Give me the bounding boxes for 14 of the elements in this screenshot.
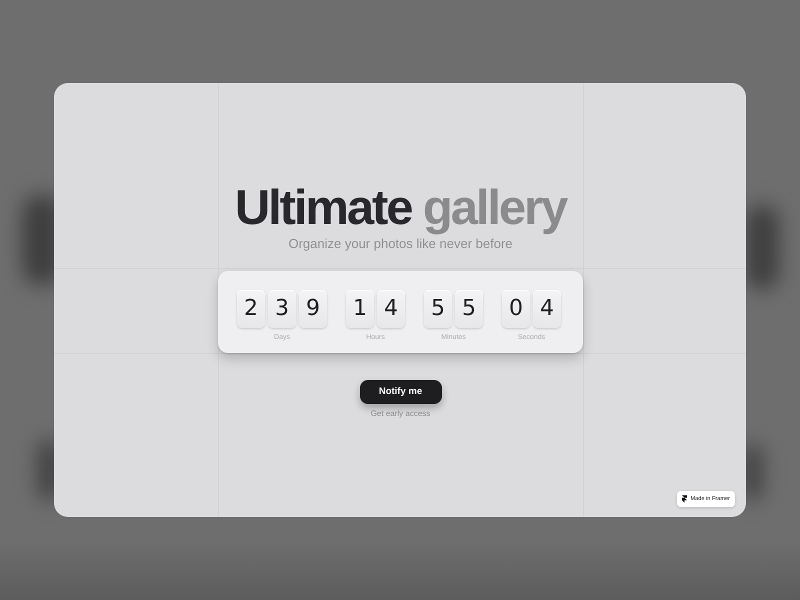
page-title: Ultimate gallery	[234, 181, 566, 235]
subtitle: Organize your photos like never before	[288, 236, 512, 251]
digit-tile: 3	[268, 290, 296, 328]
digit-tile: 1	[346, 290, 374, 328]
digit-tile: 4	[533, 290, 561, 328]
digit-tile: 4	[377, 290, 405, 328]
digit-tile: 0	[502, 290, 530, 328]
digit-tile: 5	[424, 290, 452, 328]
button-caption: Get early access	[370, 409, 430, 418]
digit-tile: 2	[237, 290, 265, 328]
digit-tile: 5	[455, 290, 483, 328]
digit-tile: 9	[299, 290, 327, 328]
notify-button[interactable]: Notify me	[360, 380, 442, 404]
logo-icon	[682, 495, 687, 503]
